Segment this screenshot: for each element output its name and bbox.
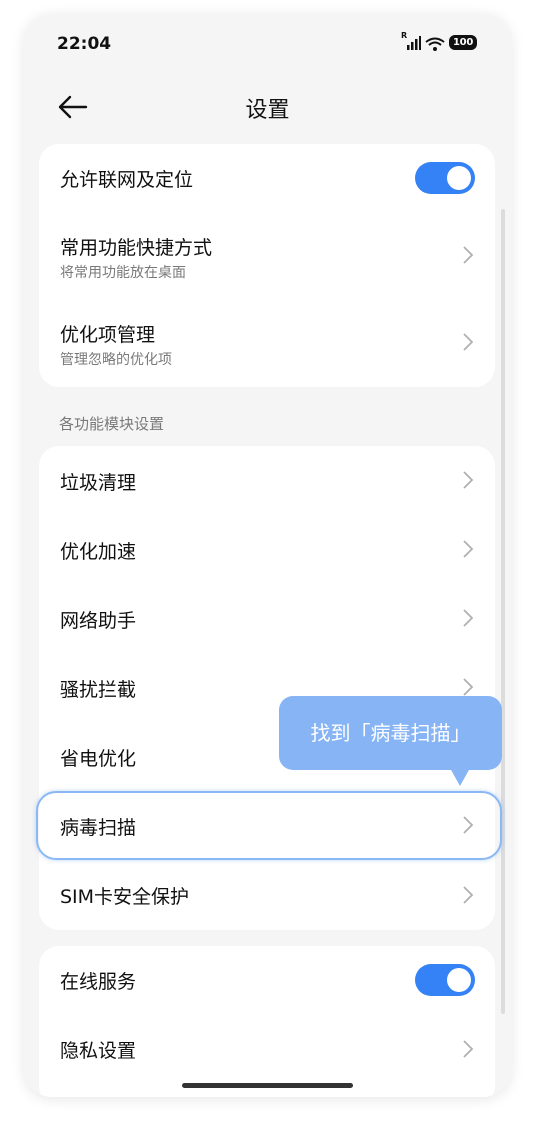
optimize-items-row[interactable]: 优化项管理 管理忽略的优化项 (39, 309, 495, 387)
chevron-right-icon (463, 540, 473, 558)
shortcuts-sublabel: 将常用功能放在桌面 (60, 265, 186, 281)
privacy-label: 隐私设置 (60, 1040, 137, 1062)
battery-icon: 100 (449, 35, 477, 50)
privacy-row[interactable]: 隐私设置 (39, 1014, 495, 1084)
module-row-label: 骚扰拦截 (60, 679, 137, 701)
page-title: 设置 (245, 98, 290, 123)
virus-scan-highlight (36, 791, 502, 860)
module-row-speedup[interactable]: 优化加速 (39, 515, 495, 584)
chevron-right-icon (463, 886, 473, 904)
shortcuts-label: 常用功能快捷方式 (60, 237, 213, 259)
section-header: 各功能模块设置 (59, 415, 165, 433)
module-row-label: 网络助手 (60, 610, 137, 632)
optimize-items-label: 优化项管理 (60, 324, 156, 346)
phone-screen: 22:04 R 100 设置 允许联网及定位 常用功能快捷方式 将常用功能放在桌… (24, 14, 511, 1097)
module-row-label: 优化加速 (60, 541, 137, 563)
module-row-label: SIM卡安全保护 (60, 886, 190, 908)
title-bar: 设置 (24, 84, 511, 128)
chevron-right-icon (463, 678, 473, 696)
service-card: 在线服务 隐私设置 (39, 946, 495, 1097)
module-row-junk-clean[interactable]: 垃圾清理 (39, 446, 495, 515)
allow-network-toggle[interactable] (415, 162, 475, 194)
toggle-knob (447, 166, 471, 190)
module-row-label: 省电优化 (60, 748, 137, 770)
scrollbar[interactable] (501, 209, 505, 1014)
module-row-label: 垃圾清理 (60, 472, 137, 494)
chevron-right-icon (463, 609, 473, 627)
tooltip-arrow (450, 768, 470, 786)
allow-network-label: 允许联网及定位 (60, 169, 194, 191)
online-service-label: 在线服务 (60, 971, 137, 993)
shortcuts-row[interactable]: 常用功能快捷方式 将常用功能放在桌面 (39, 222, 495, 302)
chevron-right-icon (463, 471, 473, 489)
online-service-row[interactable]: 在线服务 (39, 946, 495, 1014)
online-service-toggle[interactable] (415, 964, 475, 996)
guide-tooltip: 找到「病毒扫描」 (279, 696, 502, 770)
chevron-right-icon (463, 1040, 473, 1058)
status-icons: R 100 (401, 31, 477, 51)
status-time: 22:04 (57, 34, 112, 54)
signal-icon: R (401, 31, 422, 50)
optimize-items-sublabel: 管理忽略的优化项 (60, 352, 172, 368)
module-row-network-assistant[interactable]: 网络助手 (39, 584, 495, 653)
module-row-sim-protection[interactable]: SIM卡安全保护 (39, 860, 495, 930)
allow-network-row[interactable]: 允许联网及定位 (39, 144, 495, 214)
chevron-right-icon (463, 246, 473, 264)
wifi-icon (425, 36, 445, 51)
status-bar: 22:04 R 100 (24, 14, 511, 74)
toggle-knob (447, 968, 471, 992)
chevron-right-icon (463, 333, 473, 351)
home-indicator[interactable] (182, 1083, 353, 1088)
general-settings-card: 允许联网及定位 常用功能快捷方式 将常用功能放在桌面 优化项管理 管理忽略的优化… (39, 144, 495, 387)
